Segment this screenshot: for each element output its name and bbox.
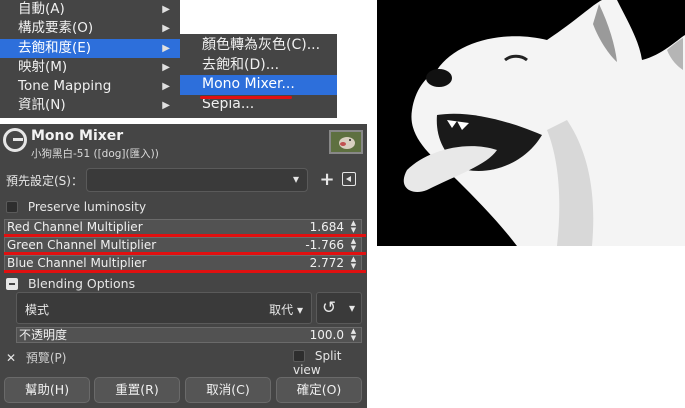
spin-arrows-icon[interactable]: ▲ ▼ <box>348 220 359 234</box>
ok-button[interactable]: 確定(O) <box>276 377 362 403</box>
submenu-arrow-icon: ▶ <box>162 4 170 15</box>
preserve-luminosity-row[interactable]: Preserve luminosity <box>6 200 146 214</box>
menu-item-label: 構成要素(O) <box>18 20 94 37</box>
red-channel-label: Red Channel Multiplier <box>7 220 143 234</box>
red-channel-spin[interactable]: Red Channel Multiplier 1.684 ▲ ▼ <box>4 219 362 235</box>
chevron-down-icon: ▾ <box>296 303 303 317</box>
opacity-value[interactable]: 100.0 <box>310 328 344 342</box>
highlight-line <box>4 270 366 273</box>
collapse-icon <box>6 278 18 290</box>
preset-menu-button[interactable] <box>342 172 356 186</box>
spin-arrows-icon[interactable]: ▲ ▼ <box>348 256 359 270</box>
dialog-header: Mono Mixer 小狗黑白-51 ([dog](匯入)) <box>0 124 367 164</box>
opacity-spin[interactable]: 不透明度 100.0 ▲ ▼ <box>16 327 362 343</box>
opacity-label: 不透明度 <box>19 328 68 342</box>
spin-arrows-icon[interactable]: ▲ ▼ <box>348 328 359 342</box>
menu-item-auto[interactable]: 自動(A) ▶ <box>0 0 180 19</box>
help-button[interactable]: 幫助(H) <box>4 377 90 403</box>
blue-channel-value[interactable]: 2.772 <box>310 256 344 271</box>
split-view-toggle[interactable]: Split view <box>293 349 367 377</box>
submenu-arrow-icon: ▶ <box>162 62 170 74</box>
menu-item-tone-mapping[interactable]: Tone Mapping ▶ <box>0 77 180 96</box>
filters-color-menu: 自動(A) ▶ 構成要素(O) ▶ 去飽和度(E) ▶ 映射(M) ▶ Tone… <box>0 0 180 118</box>
blue-channel-spin[interactable]: Blue Channel Multiplier 2.772 ▲ ▼ <box>4 255 362 271</box>
mono-mixer-dialog: Mono Mixer 小狗黑白-51 ([dog](匯入)) 預先設定(S)： … <box>0 124 367 408</box>
dialog-subtitle: 小狗黑白-51 ([dog](匯入)) <box>31 148 159 160</box>
image-thumbnail <box>329 130 363 154</box>
red-channel-value[interactable]: 1.684 <box>310 220 344 235</box>
mode-value: 取代 ▾ <box>269 303 303 317</box>
cancel-button[interactable]: 取消(C) <box>185 377 271 403</box>
chevron-down-icon: ▾ <box>292 172 299 186</box>
green-channel-label: Green Channel Multiplier <box>7 238 157 252</box>
submenu-item-label: 顏色轉為灰色(C)... <box>202 37 321 53</box>
preserve-luminosity-label: Preserve luminosity <box>27 200 147 214</box>
composite-mode-button[interactable]: ↺ ▾ <box>316 292 362 324</box>
menu-item-map[interactable]: 映射(M) ▶ <box>0 58 180 77</box>
blend-mode-combo[interactable]: 模式 取代 ▾ <box>16 292 312 324</box>
menu-item-label: 映射(M) <box>18 59 68 76</box>
submenu-arrow-icon: ▶ <box>162 100 170 112</box>
spin-arrows-icon[interactable]: ▲ ▼ <box>348 238 359 252</box>
chevron-down-icon: ▾ <box>348 301 355 315</box>
dialog-title: Mono Mixer <box>31 128 124 144</box>
reset-button[interactable]: 重置(R) <box>94 377 180 403</box>
split-view-checkbox[interactable] <box>293 350 305 362</box>
menu-item-info[interactable]: 資訊(N) ▶ <box>0 96 180 115</box>
submenu-item-desaturate[interactable]: 去飽和(D)... <box>180 56 337 76</box>
plus-icon: + <box>319 169 335 190</box>
desaturate-submenu: 顏色轉為灰色(C)... 去飽和(D)... Mono Mixer... Sep… <box>180 34 337 118</box>
blue-channel-label: Blue Channel Multiplier <box>7 256 147 270</box>
submenu-item-mono-mixer[interactable]: Mono Mixer... <box>180 75 337 95</box>
green-channel-value[interactable]: -1.766 <box>305 238 344 253</box>
add-preset-button[interactable]: + <box>318 171 336 189</box>
preview-toggle[interactable]: ✕ 預覽(P) <box>6 349 66 366</box>
menu-item-components[interactable]: 構成要素(O) ▶ <box>0 19 180 38</box>
preset-combo[interactable]: ▾ <box>86 168 308 192</box>
menu-item-label: 去飽和度(E) <box>18 39 92 56</box>
submenu-arrow-icon: ▶ <box>162 42 170 54</box>
submenu-item-label: 去飽和(D)... <box>202 56 280 73</box>
blending-options-toggle[interactable]: Blending Options <box>6 276 135 291</box>
preview-checked-icon: ✕ <box>6 351 17 365</box>
preset-label: 預先設定(S)： <box>6 174 83 188</box>
menu-item-label: 資訊(N) <box>18 97 66 114</box>
menu-item-label: 自動(A) <box>18 1 65 17</box>
menu-item-desaturate[interactable]: 去飽和度(E) ▶ <box>0 38 180 59</box>
submenu-arrow-icon: ▶ <box>162 23 170 35</box>
preview-label: 預覽(P) <box>25 351 67 365</box>
mode-label: 模式 <box>25 303 50 317</box>
preserve-luminosity-checkbox[interactable] <box>6 201 18 213</box>
highlight-underline <box>200 96 292 99</box>
green-channel-spin[interactable]: Green Channel Multiplier -1.766 ▲ ▼ <box>4 237 362 253</box>
reset-curve-icon: ↺ <box>322 298 337 318</box>
submenu-item-label: Mono Mixer... <box>202 76 295 92</box>
submenu-item-color-to-gray[interactable]: 顏色轉為灰色(C)... <box>180 36 337 56</box>
blending-options-label: Blending Options <box>27 276 136 291</box>
gimp-logo-icon <box>3 128 27 152</box>
submenu-arrow-icon: ▶ <box>162 81 170 93</box>
menu-item-label: Tone Mapping <box>18 78 112 95</box>
dog-bw-preview-image <box>377 0 685 246</box>
